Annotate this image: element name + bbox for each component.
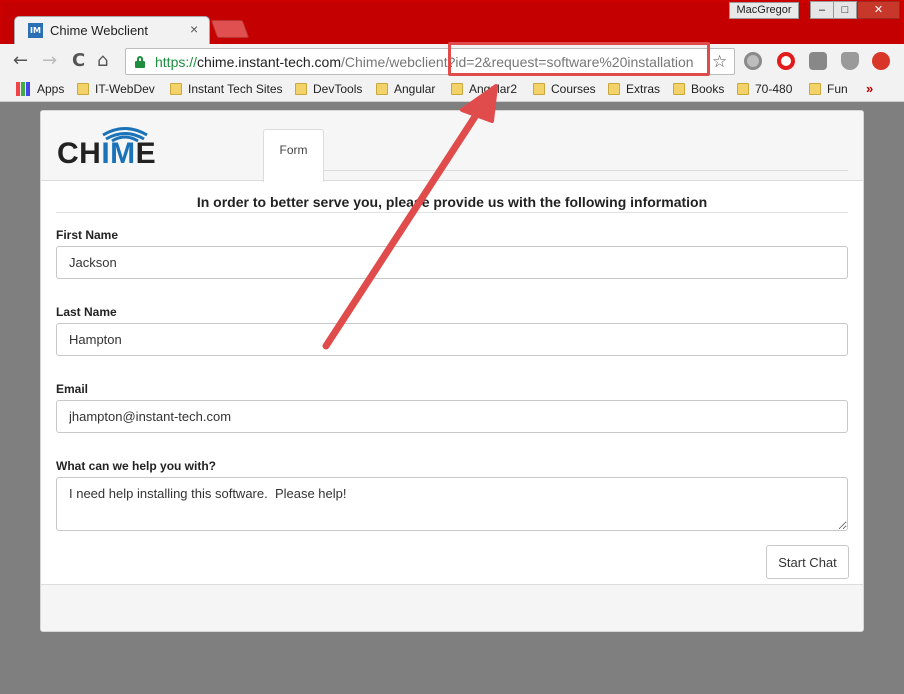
forward-arrow-icon[interactable]: → [42,51,57,71]
form-intro-heading: In order to better serve you, please pro… [196,194,708,210]
bookmark-label: Extras [626,82,661,96]
url-query-highlight-box [448,42,710,76]
bug-icon[interactable] [744,52,762,70]
tab-title: Chime Webclient [50,23,149,38]
bookmark-label: Courses [551,82,596,96]
last-name-input[interactable] [56,323,848,356]
bookmark-label: Apps [37,82,65,96]
user-icon[interactable] [809,52,827,70]
email-input[interactable] [56,400,848,433]
url-path: /Chime/webclient [340,54,448,70]
bookmark-apps[interactable]: Apps [16,82,64,96]
bookmark-star-icon[interactable]: ☆ [712,52,727,72]
bookmark-folder[interactable]: Angular [376,82,435,96]
bookmark-folder[interactable]: DevTools [295,82,362,96]
maximize-button[interactable]: □ [833,1,857,19]
back-arrow-icon[interactable]: ← [13,51,28,71]
bookmark-label: 70-480 [755,82,793,96]
url-scheme: https:// [155,54,198,70]
folder-icon [376,83,388,95]
bookmarks-bar: Apps IT-WebDev Instant Tech Sites DevToo… [0,78,904,102]
new-tab-button[interactable] [210,20,250,38]
chime-form-card: CHIME Form In order to better serve you,… [40,110,864,632]
minimize-button[interactable]: – [810,1,834,19]
header-divider [324,170,848,171]
lock-icon [135,56,145,68]
bookmark-label: Instant Tech Sites [188,82,283,96]
bookmark-folder[interactable]: Angular2 [451,82,517,96]
bookmark-label: Angular2 [469,82,518,96]
folder-icon [77,83,89,95]
shield-icon[interactable] [841,52,859,70]
bookmark-label: DevTools [313,82,363,96]
bookmark-folder[interactable]: Instant Tech Sites [170,82,283,96]
bookmark-label: Books [691,82,725,96]
tab-close-icon[interactable]: × [190,21,198,37]
folder-icon [809,83,821,95]
browser-tab-active[interactable]: IM Chime Webclient × [14,16,210,45]
card-footer [41,584,863,631]
bookmark-label: IT-WebDev [95,82,155,96]
folder-icon [673,83,685,95]
folder-icon [737,83,749,95]
reload-icon[interactable]: C [72,51,85,71]
email-label: Email [56,382,89,396]
tab-form[interactable]: Form [263,129,324,182]
folder-icon [295,83,307,95]
card-header: CHIME Form [41,111,863,182]
bookmark-folder[interactable]: Books [673,82,724,96]
chime-logo: CHIME [57,126,157,170]
bookmark-folder[interactable]: IT-WebDev [77,82,155,96]
bookmark-folder[interactable]: Courses [533,82,596,96]
folder-icon [608,83,620,95]
close-window-button[interactable]: ✕ [857,1,900,19]
start-chat-button[interactable]: Start Chat [766,545,849,579]
last-name-label: Last Name [56,305,117,319]
logo-wordmark: CHIME [57,137,157,170]
folder-icon [533,83,545,95]
bookmark-folder[interactable]: 70-480 [737,82,792,96]
first-name-label: First Name [56,228,119,242]
bookmark-folder[interactable]: Fun [809,82,848,96]
folder-icon [170,83,182,95]
folder-icon [451,83,463,95]
bookmark-folder[interactable]: Extras [608,82,660,96]
url-host: chime.instant-tech.com [197,54,341,70]
opera-icon[interactable] [777,52,795,70]
first-name-input[interactable] [56,246,848,279]
upload-icon[interactable] [872,52,890,70]
apps-grid-icon [16,82,30,96]
bookmark-label: Angular [394,82,436,96]
bookmarks-overflow-icon[interactable]: » [866,81,873,96]
home-icon[interactable]: ⌂ [97,51,108,71]
bookmark-label: Fun [827,82,848,96]
help-textarea[interactable]: I need help installing this software. Pl… [56,477,848,531]
chime-favicon-icon: IM [28,23,43,38]
window-titlebar: IM Chime Webclient × MacGregor – □ ✕ [0,0,904,45]
help-label: What can we help you with? [56,459,217,473]
intro-divider [56,212,848,213]
tab-form-label: Form [279,143,308,157]
profile-button[interactable]: MacGregor [729,2,799,19]
